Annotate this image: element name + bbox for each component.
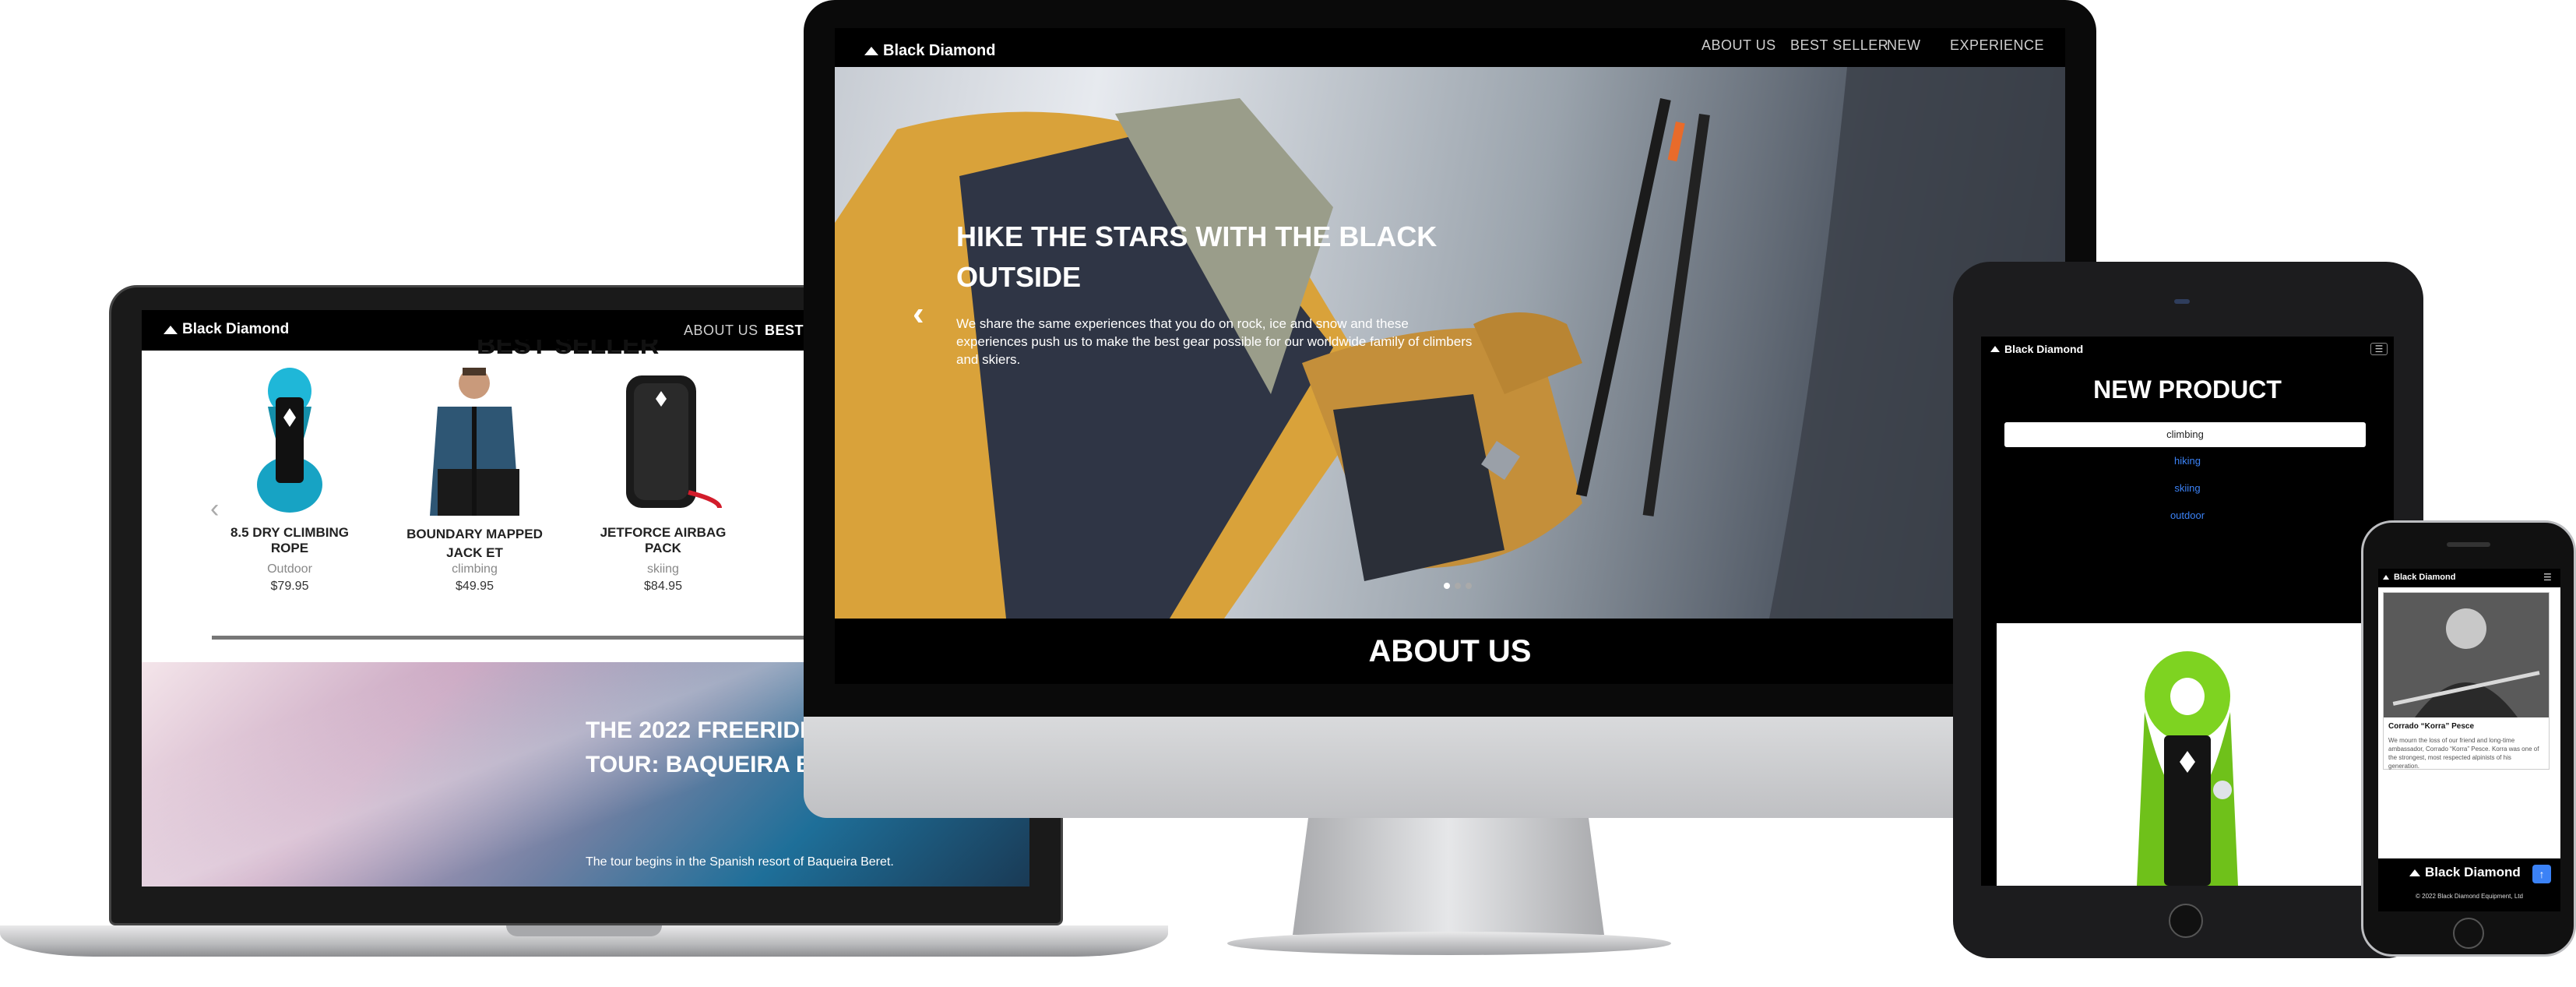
carousel-scrollbar[interactable] — [212, 636, 804, 640]
product-card[interactable]: 8.5 DRY CLIMBING ROPE Outdoor $79.95 — [220, 355, 360, 616]
nav-experience[interactable]: EXPERIENCE — [1950, 37, 2044, 54]
nav-new[interactable]: NEW — [1887, 37, 1921, 54]
product-image-panel[interactable] — [1997, 623, 2394, 886]
profile-card[interactable]: Corrado “Korra” Pesce We mourn the loss … — [2383, 592, 2550, 770]
monitor-stand — [1293, 818, 1604, 935]
phone-screen: Black Diamond ☰ Corrado “Korra” Pesce We… — [2378, 569, 2560, 911]
monitor-hero-slide: HIKE THE STARS WITH THE BLACK OUTSIDE We… — [835, 67, 2065, 619]
monitor-chin — [804, 717, 2096, 818]
category-tab[interactable]: hiking — [1981, 455, 2394, 467]
category-tab-active[interactable]: climbing — [2004, 422, 2366, 447]
brand-logo[interactable]: Black Diamond — [164, 321, 289, 338]
diamond-logo-icon — [164, 325, 178, 334]
phone-speaker — [2447, 542, 2490, 547]
tablet-nav-bar: Black Diamond ☰ — [1981, 337, 2394, 360]
person-name: Corrado “Korra” Pesce — [2388, 722, 2475, 731]
scroll-to-top-icon[interactable]: ↑ — [2532, 865, 2551, 883]
laptop-notch — [506, 925, 662, 936]
brand-logo[interactable]: Black Diamond — [2383, 573, 2455, 582]
diamond-logo-icon — [2383, 575, 2389, 580]
nav-best-seller[interactable]: BEST SELLER — [1790, 37, 1888, 54]
tablet-screen: Black Diamond ☰ NEW PRODUCT climbing hik… — [1981, 337, 2394, 886]
hamburger-menu-icon[interactable]: ☰ — [2370, 343, 2388, 355]
copyright-text: © 2022 Black Diamond Equipment, Ltd — [2416, 893, 2523, 900]
carousel-indicators[interactable] — [1444, 583, 1472, 589]
hero-caption: The tour begins in the Spanish resort of… — [586, 855, 894, 869]
person-photo-icon — [2384, 593, 2549, 717]
footer-logo[interactable]: Black Diamond — [2409, 865, 2521, 880]
nav-about-us[interactable]: ABOUT US — [684, 323, 758, 339]
brand-logo[interactable]: Black Diamond — [1990, 343, 2083, 355]
hamburger-menu-icon[interactable]: ☰ — [2543, 572, 2552, 583]
hero-description: We share the same experiences that you d… — [956, 316, 1473, 367]
person-description: We mourn the loss of our friend and long… — [2388, 737, 2539, 770]
brand-logo[interactable]: Black Diamond — [864, 36, 995, 67]
monitor-screen: Black Diamond ABOUT US BEST SELLER NEW E… — [835, 28, 2065, 684]
product-card[interactable]: JETFORCE AIRBAG PACK skiing $84.95 — [595, 355, 731, 616]
page-title: NEW PRODUCT — [2093, 375, 2282, 404]
product-card[interactable]: BOUNDARY MAPPED JACK ET climbing $49.95 — [406, 355, 543, 616]
section-title: ABOUT US — [1368, 634, 1532, 668]
category-tab[interactable]: outdoor — [1981, 509, 2394, 521]
carousel-dot[interactable] — [1466, 583, 1472, 589]
tablet-camera — [2174, 299, 2190, 304]
phone-nav-bar: Black Diamond ☰ — [2378, 569, 2560, 587]
jacket-model-image-icon — [430, 368, 519, 516]
carousel-prev-icon[interactable]: ‹ — [913, 297, 924, 331]
diamond-logo-icon — [2409, 869, 2420, 876]
category-tab[interactable]: skiing — [1981, 482, 2394, 494]
backpack-image-icon — [626, 375, 722, 509]
carousel-dot[interactable] — [1455, 583, 1461, 589]
diamond-logo-icon — [864, 47, 878, 55]
tablet-home-button[interactable] — [2169, 904, 2203, 938]
carousel-dot[interactable] — [1444, 583, 1450, 589]
hero-title: HIKE THE STARS WITH THE BLACK OUTSIDE — [956, 220, 1438, 293]
nav-about-us[interactable]: ABOUT US — [1701, 37, 1776, 54]
diamond-logo-icon — [1990, 346, 2000, 352]
green-rope-image-icon — [2137, 651, 2238, 886]
monitor-foot — [1227, 932, 1671, 955]
rope-image-icon — [257, 368, 322, 513]
section-title: BEST SELLER — [477, 340, 660, 355]
phone-home-button[interactable] — [2453, 918, 2484, 949]
